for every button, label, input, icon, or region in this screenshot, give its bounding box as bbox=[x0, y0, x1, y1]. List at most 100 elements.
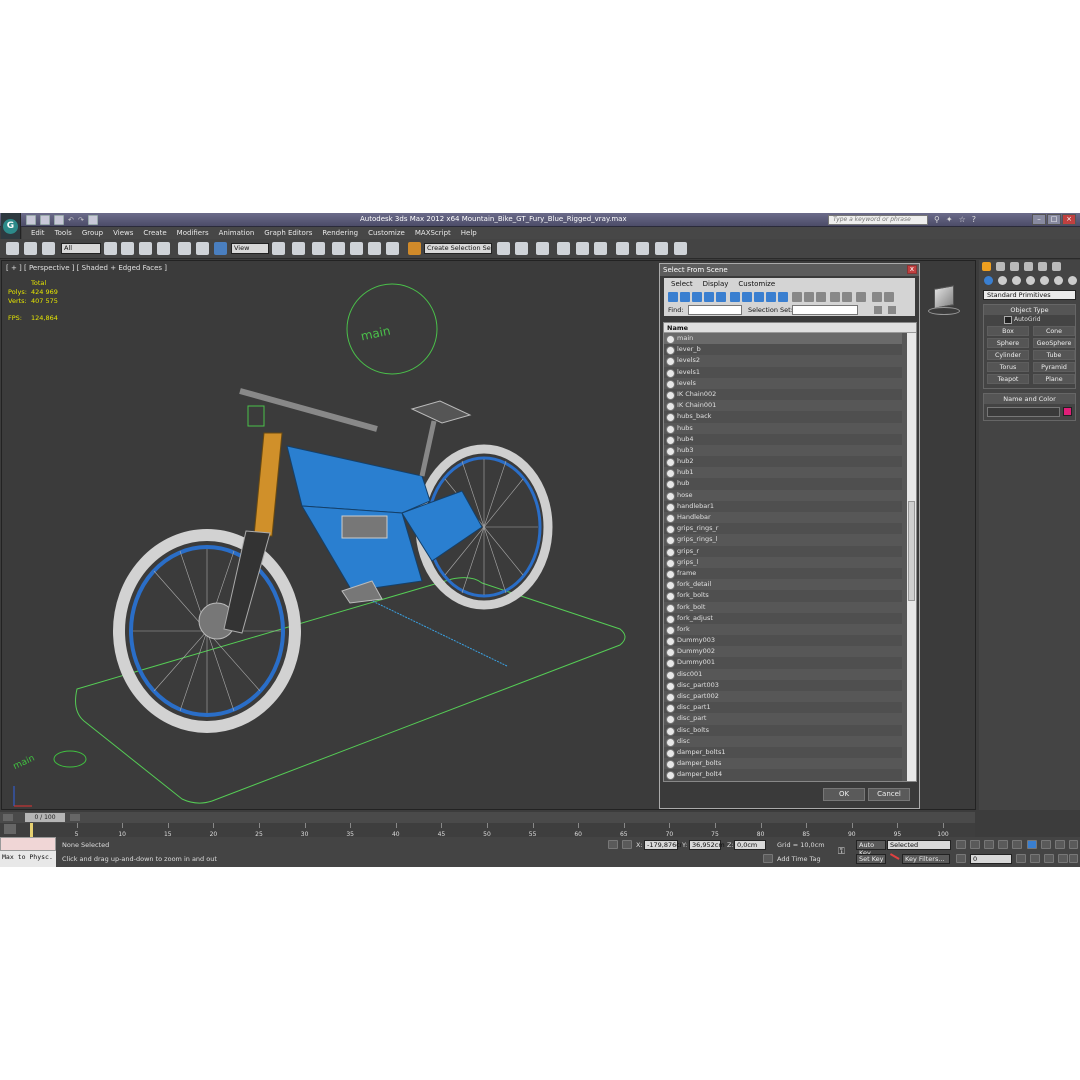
find-input[interactable] bbox=[688, 305, 742, 315]
ground-control-circle[interactable] bbox=[53, 750, 87, 768]
zoom-extents-icon[interactable] bbox=[1055, 840, 1065, 849]
list-item[interactable]: levels1 bbox=[664, 366, 902, 378]
dialog-title-bar[interactable]: Select From Scene x bbox=[660, 264, 919, 276]
object-color-swatch[interactable] bbox=[1063, 407, 1072, 416]
list-item[interactable]: hose bbox=[664, 490, 902, 501]
geosphere-button[interactable]: GeoSphere bbox=[1033, 338, 1075, 348]
systems-icon[interactable] bbox=[1068, 275, 1077, 285]
maxscript-mini-listener[interactable] bbox=[0, 837, 56, 851]
display-spacewarps-icon[interactable] bbox=[730, 292, 740, 302]
maximize-button[interactable]: □ bbox=[1047, 214, 1061, 225]
menu-animation[interactable]: Animation bbox=[219, 229, 255, 237]
move-icon[interactable] bbox=[178, 242, 191, 255]
percent-snap-icon[interactable] bbox=[368, 242, 381, 255]
time-configuration-icon[interactable] bbox=[1016, 854, 1026, 863]
select-manipulate-icon[interactable] bbox=[292, 242, 305, 255]
subscription-icon[interactable]: ✦ bbox=[946, 215, 953, 224]
scale-icon[interactable] bbox=[214, 242, 227, 255]
object-list[interactable]: Name main lever_b levels2 levels1 levels IK C… bbox=[663, 322, 917, 782]
project-folder-icon[interactable] bbox=[88, 215, 98, 225]
autogrid-checkbox[interactable]: AutoGrid bbox=[984, 315, 1075, 325]
communication-icon[interactable]: ☆ bbox=[959, 215, 966, 224]
x-coordinate[interactable]: -179,876cr bbox=[644, 840, 682, 850]
display-geometry-icon[interactable] bbox=[668, 292, 678, 302]
cylinder-button[interactable]: Cylinder bbox=[987, 350, 1029, 360]
list-item[interactable]: hub bbox=[664, 478, 902, 490]
list-item[interactable]: disc_part1 bbox=[664, 702, 902, 714]
handlebar[interactable] bbox=[239, 388, 378, 432]
search-input[interactable]: Type a keyword or phrase bbox=[828, 215, 928, 225]
list-item[interactable]: fork_detail bbox=[664, 579, 902, 591]
filter-clear-icon[interactable] bbox=[884, 292, 894, 302]
object-type-header[interactable]: Object Type bbox=[984, 305, 1075, 315]
list-item[interactable]: disc_part002 bbox=[664, 691, 902, 703]
align-icon[interactable] bbox=[515, 242, 528, 255]
list-item[interactable]: levels2 bbox=[664, 355, 902, 367]
ok-button[interactable]: OK bbox=[823, 788, 865, 801]
sphere-button[interactable]: Sphere bbox=[987, 338, 1029, 348]
menu-maxscript[interactable]: MAXScript bbox=[415, 229, 451, 237]
list-scrollbar[interactable] bbox=[907, 333, 916, 781]
list-item[interactable]: Dummy001 bbox=[664, 657, 902, 669]
list-item[interactable]: frame bbox=[664, 567, 902, 580]
helpers-icon[interactable] bbox=[1040, 275, 1049, 285]
box-button[interactable]: Box bbox=[987, 326, 1029, 336]
display-xrefs-icon[interactable] bbox=[754, 292, 764, 302]
motion-tab-icon[interactable] bbox=[1024, 262, 1033, 271]
display-lights-icon[interactable] bbox=[692, 292, 702, 302]
list-item[interactable]: Dummy003 bbox=[664, 635, 902, 647]
binoculars-icon[interactable]: ⚲ bbox=[934, 215, 940, 224]
saddle[interactable] bbox=[410, 400, 472, 424]
snaps-toggle-icon[interactable] bbox=[332, 242, 345, 255]
selection-set-dropdown[interactable] bbox=[792, 305, 858, 315]
y-coordinate[interactable]: 36,952cm bbox=[689, 840, 725, 850]
list-item[interactable]: damper_bolt4 bbox=[664, 769, 902, 781]
next-frame-icon[interactable] bbox=[998, 840, 1008, 849]
ground-plane-outline[interactable] bbox=[75, 577, 626, 804]
display-bones-icon[interactable] bbox=[766, 292, 776, 302]
list-item[interactable]: grips_rings_l bbox=[664, 534, 902, 546]
space-warps-icon[interactable] bbox=[1054, 275, 1063, 285]
display-invert-icon[interactable] bbox=[816, 292, 826, 302]
scrollbar-thumb[interactable] bbox=[908, 501, 915, 601]
display-containers-icon[interactable] bbox=[778, 292, 788, 302]
redo-icon[interactable]: ↷ bbox=[78, 215, 84, 225]
shapes-icon[interactable] bbox=[998, 275, 1007, 285]
utilities-tab-icon[interactable] bbox=[1052, 262, 1061, 271]
list-item[interactable]: hub1 bbox=[664, 467, 902, 479]
edit-named-selection-icon[interactable] bbox=[408, 242, 421, 255]
list-item[interactable]: Dummy002 bbox=[664, 646, 902, 658]
maximize-viewport-icon[interactable] bbox=[1069, 854, 1078, 863]
open-file-icon[interactable] bbox=[40, 215, 50, 225]
display-cameras-icon[interactable] bbox=[704, 292, 714, 302]
menu-group[interactable]: Group bbox=[82, 229, 103, 237]
absolute-mode-icon[interactable] bbox=[622, 840, 632, 849]
list-item[interactable]: hub4 bbox=[664, 433, 902, 445]
dialog-menu-display[interactable]: Display bbox=[703, 278, 729, 290]
named-selection-dropdown[interactable]: Create Selection Se bbox=[424, 243, 492, 254]
layer-manager-icon[interactable] bbox=[536, 242, 549, 255]
modify-tab-icon[interactable] bbox=[996, 262, 1005, 271]
spinner-snap-icon[interactable] bbox=[386, 242, 399, 255]
create-selection-set-icon[interactable] bbox=[874, 306, 882, 314]
z-coordinate[interactable]: 0,0cm bbox=[734, 840, 766, 850]
list-item[interactable]: handlebar1 bbox=[664, 500, 902, 512]
filter-icon[interactable] bbox=[872, 292, 882, 302]
list-item[interactable]: main bbox=[664, 333, 902, 345]
time-slider-thumb[interactable]: 0 / 100 bbox=[25, 813, 65, 822]
name-column-header[interactable]: Name bbox=[664, 323, 916, 333]
viewcube[interactable] bbox=[926, 281, 962, 317]
menu-help[interactable]: Help bbox=[461, 229, 477, 237]
teapot-button[interactable]: Teapot bbox=[987, 374, 1029, 384]
reference-coordinate-dropdown[interactable]: View bbox=[231, 243, 269, 254]
auto-key-button[interactable]: Auto Key bbox=[856, 840, 886, 857]
slider-next-icon[interactable] bbox=[70, 814, 80, 821]
list-item[interactable]: hubs bbox=[664, 423, 902, 434]
pivot-center-icon[interactable] bbox=[272, 242, 285, 255]
cone-button[interactable]: Cone bbox=[1033, 326, 1075, 336]
hierarchy-tab-icon[interactable] bbox=[1010, 262, 1019, 271]
keyboard-shortcut-override-icon[interactable] bbox=[312, 242, 325, 255]
menu-create[interactable]: Create bbox=[143, 229, 166, 237]
torus-button[interactable]: Torus bbox=[987, 362, 1029, 372]
display-tab-icon[interactable] bbox=[1038, 262, 1047, 271]
